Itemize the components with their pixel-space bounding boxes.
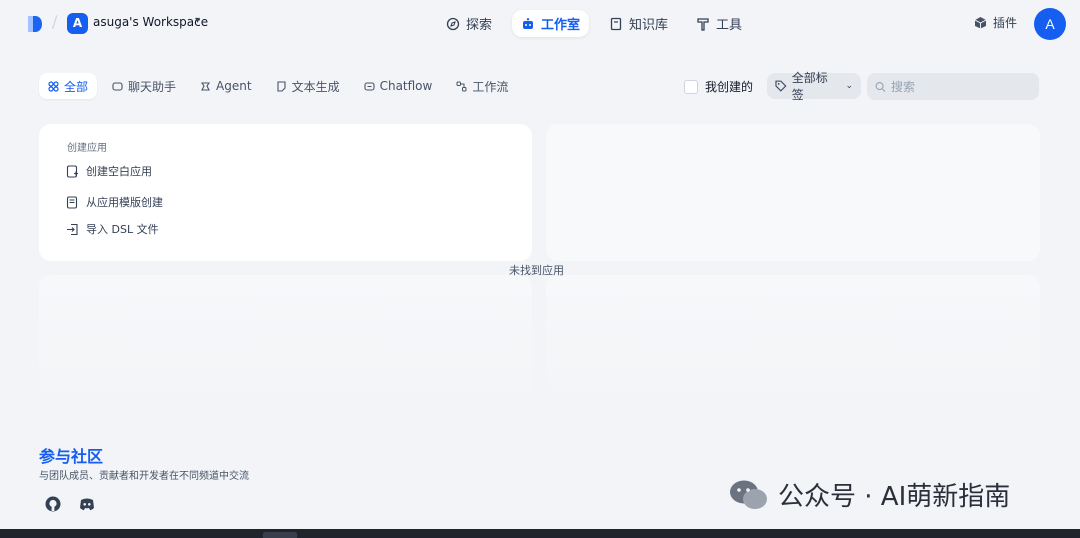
tag-filter-label: 全部标签 — [791, 71, 828, 102]
nav-knowledge-label: 知识库 — [629, 18, 669, 33]
create-app-card: 创建应用 创建空白应用 从应用模版创建 导入 DSL 文件 — [39, 124, 532, 261]
agent-icon — [201, 81, 211, 91]
cube-icon — [974, 17, 987, 29]
top-navigation-bar: / A asuga's Workspace ▾ 探索 工作室 知识库 工具 插件… — [0, 0, 1080, 48]
chatflow-icon — [364, 81, 375, 91]
search-box[interactable] — [867, 73, 1039, 100]
nav-studio[interactable]: 工作室 — [512, 10, 590, 37]
nav-tools-label: 工具 — [716, 18, 743, 33]
app-logo-icon[interactable] — [26, 14, 44, 34]
book-icon — [610, 17, 622, 30]
tag-icon — [775, 80, 787, 92]
community-subtitle: 与团队成员、贡献者和开发者在不同频道中交流 — [39, 471, 249, 482]
github-icon[interactable] — [44, 495, 62, 513]
plugins-label: 插件 — [993, 16, 1018, 30]
placeholder-card — [39, 275, 532, 415]
tab-chatflow-label: Chatflow — [379, 79, 433, 93]
nav-tools[interactable]: 工具 — [687, 10, 751, 37]
tab-chatflow[interactable]: Chatflow — [355, 73, 442, 99]
tab-workflow[interactable]: 工作流 — [447, 73, 517, 99]
nav-explore-label: 探索 — [466, 18, 493, 33]
plugins-button[interactable]: 插件 — [974, 14, 1017, 31]
hammer-icon — [697, 17, 709, 31]
placeholder-card — [546, 275, 1040, 415]
search-icon — [875, 81, 886, 92]
watermark-text: 公众号 · AI萌新指南 — [778, 482, 1011, 512]
nav-knowledge[interactable]: 知识库 — [600, 10, 677, 37]
empty-state-message: 未找到应用 — [509, 264, 564, 277]
create-blank-app-label: 创建空白应用 — [86, 165, 152, 178]
chat-icon — [112, 81, 123, 91]
nav-explore[interactable]: 探索 — [437, 10, 501, 37]
tab-agent[interactable]: Agent — [191, 73, 261, 99]
created-by-me-checkbox[interactable] — [684, 79, 698, 94]
tab-chat-assistant[interactable]: 聊天助手 — [103, 73, 185, 99]
tag-filter-dropdown[interactable]: 全部标签 ⌄ — [767, 71, 861, 102]
import-dsl-button[interactable]: 导入 DSL 文件 — [66, 221, 159, 237]
chevron-down-icon: ⌄ — [845, 81, 853, 91]
create-blank-app-button[interactable]: 创建空白应用 — [66, 163, 152, 179]
tab-all-label: 全部 — [64, 79, 89, 94]
user-avatar[interactable]: A — [1034, 8, 1066, 40]
grid-icon — [48, 80, 59, 92]
discord-icon[interactable] — [78, 495, 96, 513]
workspace-name[interactable]: asuga's Workspace — [93, 15, 208, 29]
community-title: 参与社区 — [39, 447, 104, 466]
tab-agent-label: Agent — [216, 79, 252, 93]
template-icon — [66, 195, 78, 209]
app-category-tabs: 全部 聊天助手 Agent 文本生成 Chatflow 工作流 — [39, 73, 523, 99]
file-plus-icon — [66, 164, 78, 178]
search-input[interactable] — [891, 79, 1031, 94]
create-app-title: 创建应用 — [67, 143, 107, 154]
workflow-icon — [456, 81, 467, 91]
workspace-avatar[interactable]: A — [67, 13, 88, 34]
compass-icon — [446, 17, 460, 30]
taskbar-item[interactable] — [263, 532, 297, 538]
robot-icon — [523, 17, 533, 29]
wechat-logo-icon — [730, 480, 767, 509]
tab-chat-assistant-label: 聊天助手 — [128, 79, 177, 94]
watermark: 公众号 · AI萌新指南 — [728, 476, 1010, 513]
tab-text-generation-label: 文本生成 — [291, 79, 340, 94]
document-icon — [277, 80, 286, 92]
nav-studio-label: 工作室 — [541, 18, 581, 33]
breadcrumb-separator: / — [52, 12, 58, 31]
create-from-template-label: 从应用模版创建 — [86, 196, 163, 209]
chevron-down-icon[interactable]: ▾ — [195, 15, 200, 26]
create-from-template-button[interactable]: 从应用模版创建 — [66, 194, 163, 210]
placeholder-card — [546, 124, 1040, 261]
created-by-me-label: 我创建的 — [705, 80, 754, 94]
import-icon — [67, 223, 78, 235]
created-by-me-filter[interactable]: 我创建的 — [684, 78, 753, 95]
import-dsl-label: 导入 DSL 文件 — [86, 223, 159, 236]
tab-all[interactable]: 全部 — [39, 73, 98, 99]
tab-text-generation[interactable]: 文本生成 — [267, 73, 349, 99]
tab-workflow-label: 工作流 — [472, 79, 509, 94]
window-bottom-bar — [0, 529, 1080, 538]
